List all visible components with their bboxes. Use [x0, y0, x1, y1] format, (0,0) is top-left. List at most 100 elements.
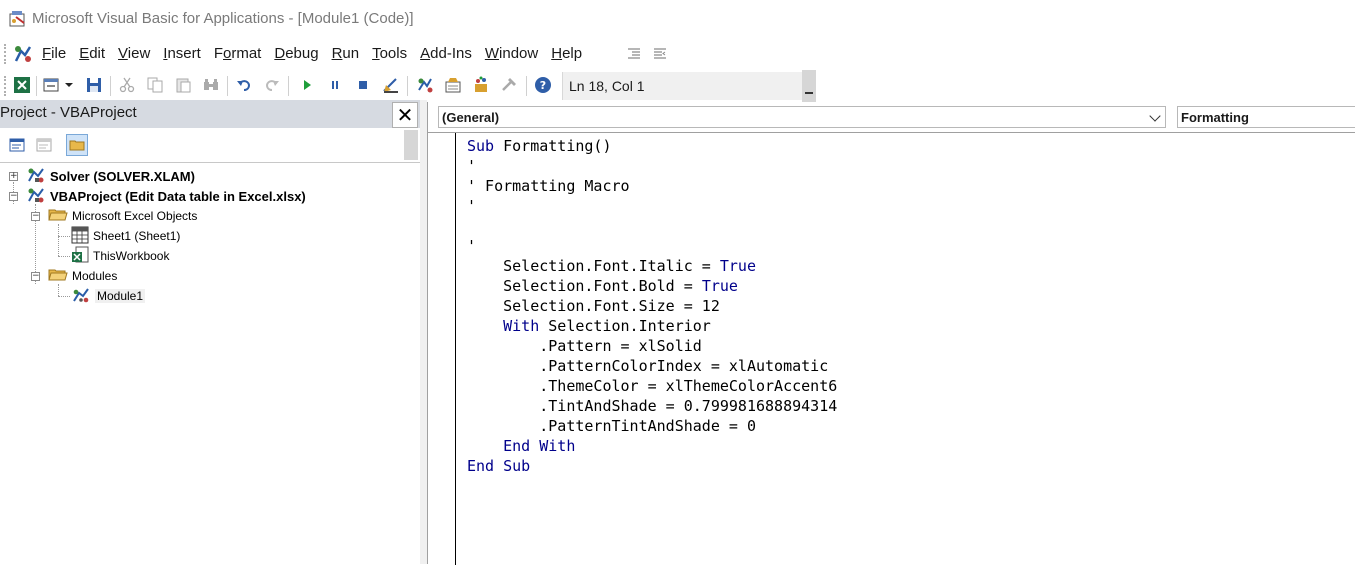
code-line[interactable]: '	[467, 236, 837, 256]
code-keyword: With	[503, 317, 540, 335]
toolbar-grip[interactable]	[4, 76, 9, 96]
insert-userform-icon[interactable]	[42, 76, 60, 94]
object-dropdown[interactable]: (General)	[438, 106, 1166, 128]
cut-icon[interactable]	[118, 76, 136, 94]
code-text[interactable]: Sub Formatting() ' ' Formatting Macro ' ' Se…	[467, 136, 837, 476]
code-line[interactable]: .Pattern = xlSolid	[467, 336, 837, 356]
menu-item[interactable]: Run	[332, 45, 360, 62]
toolbox-icon[interactable]	[500, 76, 518, 94]
menu-item[interactable]: View	[118, 45, 150, 62]
code-line[interactable]: '	[467, 156, 837, 176]
design-mode-icon[interactable]	[382, 76, 400, 94]
tree-node-sheet1[interactable]: Sheet1 (Sheet1)	[71, 226, 181, 245]
procedure-dropdown[interactable]: Formatting	[1177, 106, 1355, 128]
toggle-folders-icon[interactable]	[66, 134, 88, 156]
reset-icon[interactable]	[354, 76, 372, 94]
tree-node-label: VBAProject (Edit Data table in Excel.xls…	[50, 188, 306, 204]
code-line[interactable]: ' Formatting Macro	[467, 176, 837, 196]
collapse-modules-icon[interactable]: −	[31, 272, 40, 281]
code-window: (General) Formatting Sub Formatting() ' ' …	[427, 102, 1355, 565]
code-keyword: True	[701, 277, 738, 295]
code-line[interactable]: End Sub	[467, 456, 837, 476]
menubar-grip[interactable]	[4, 44, 9, 64]
code-margin[interactable]	[428, 133, 456, 565]
outdent-icon[interactable]	[652, 46, 668, 62]
tree-node-label: Module1	[95, 289, 146, 303]
tree-node-solver[interactable]: Solver (SOLVER.XLAM)	[26, 167, 195, 185]
code-keyword: End Sub	[467, 457, 531, 475]
code-line[interactable]: End With	[467, 436, 837, 456]
code-line[interactable]: .ThemeColor = xlThemeColorAccent6	[467, 376, 837, 396]
object-browser-icon[interactable]	[472, 76, 490, 94]
menu-items: File Edit View Insert Format Debug Run Tools Add…	[42, 45, 595, 62]
close-icon[interactable]: ✕	[392, 102, 418, 128]
code-token: .PatternTintAndShade = 0	[467, 417, 756, 435]
view-excel-icon[interactable]	[13, 76, 31, 94]
vba-project-icon	[26, 186, 46, 207]
window-title: Microsoft Visual Basic for Applications …	[32, 10, 414, 27]
vbe-system-icon[interactable]	[12, 43, 34, 65]
code-editor[interactable]: Sub Formatting() ' ' Formatting Macro ' ' Se…	[428, 132, 1355, 565]
code-token: '	[467, 157, 477, 175]
project-explorer-toolbar	[0, 128, 420, 163]
procedure-dropdown-value: Formatting	[1181, 110, 1249, 125]
collapse-excel-objects-icon[interactable]: −	[31, 212, 40, 221]
insert-dropdown-chevron-icon[interactable]	[63, 76, 75, 94]
code-token: '	[467, 237, 477, 255]
tree-node-modules[interactable]: Modules	[48, 267, 117, 285]
undo-icon[interactable]	[235, 76, 253, 94]
project-explorer-icon[interactable]	[416, 76, 434, 94]
find-icon[interactable]	[202, 76, 220, 94]
code-line[interactable]: .TintAndShade = 0.799981688894314	[467, 396, 837, 416]
menu-item[interactable]: Tools	[372, 45, 407, 62]
toolbar-options-chevron-icon[interactable]	[802, 70, 816, 102]
code-keyword: Sub	[467, 137, 495, 155]
menu-item[interactable]: Insert	[163, 45, 201, 62]
tree-node-vbaproject[interactable]: VBAProject (Edit Data table in Excel.xls…	[26, 187, 306, 205]
chevron-down-icon[interactable]	[1149, 110, 1161, 122]
redo-icon[interactable]	[263, 76, 281, 94]
project-explorer-title: Project - VBAProject	[0, 104, 137, 121]
code-token: .TintAndShade = 0.799981688894314	[467, 397, 838, 415]
project-toolbar-chevron-icon[interactable]	[404, 130, 418, 160]
code-line[interactable]: .PatternColorIndex = xlAutomatic	[467, 356, 837, 376]
tree-node-thisworkbook[interactable]: ThisWorkbook	[71, 246, 169, 265]
code-line[interactable]: Selection.Font.Bold = True	[467, 276, 837, 296]
code-line[interactable]: Sub Formatting()	[467, 136, 837, 156]
menu-item[interactable]: Window	[485, 45, 538, 62]
tree-node-excel-objects[interactable]: Microsoft Excel Objects	[48, 207, 197, 225]
run-icon[interactable]	[298, 76, 316, 94]
tree-node-module1[interactable]: Module1	[71, 287, 146, 305]
help-icon[interactable]: ?	[534, 76, 552, 94]
view-object-icon[interactable]	[33, 134, 55, 156]
menu-item[interactable]: Add-Ins	[420, 45, 472, 62]
code-line[interactable]: With Selection.Interior	[467, 316, 837, 336]
svg-text:?: ?	[540, 79, 546, 92]
menu-item[interactable]: File	[42, 45, 66, 62]
menu-bar: File Edit View Insert Format Debug Run Tools Add…	[0, 38, 1355, 70]
tree-node-label: Sheet1 (Sheet1)	[93, 229, 181, 243]
code-line[interactable]: Selection.Font.Size = 12	[467, 296, 837, 316]
paste-icon[interactable]	[174, 76, 192, 94]
indent-icon[interactable]	[626, 46, 642, 62]
break-icon[interactable]	[326, 76, 344, 94]
copy-icon[interactable]	[146, 76, 164, 94]
menu-item[interactable]: Debug	[274, 45, 318, 62]
panel-splitter[interactable]	[420, 100, 427, 564]
menu-item[interactable]: Format	[214, 45, 262, 62]
tree-node-label: Modules	[72, 269, 118, 283]
expand-solver-icon[interactable]: +	[9, 172, 18, 181]
collapse-vbaproject-icon[interactable]: −	[9, 192, 18, 201]
code-line[interactable]	[467, 216, 837, 236]
code-token: Selection.Interior	[539, 317, 711, 335]
object-dropdown-value: (General)	[442, 110, 500, 125]
code-line[interactable]: '	[467, 196, 837, 216]
save-icon[interactable]	[85, 76, 103, 94]
view-code-icon[interactable]	[6, 134, 28, 156]
properties-window-icon[interactable]	[444, 76, 462, 94]
menu-item[interactable]: Help	[551, 45, 582, 62]
menu-item[interactable]: Edit	[79, 45, 105, 62]
project-explorer-panel: Project - VBAProject ✕ + Solver (SOLVER.…	[0, 100, 421, 564]
code-line[interactable]: Selection.Font.Italic = True	[467, 256, 837, 276]
code-line[interactable]: .PatternTintAndShade = 0	[467, 416, 837, 436]
